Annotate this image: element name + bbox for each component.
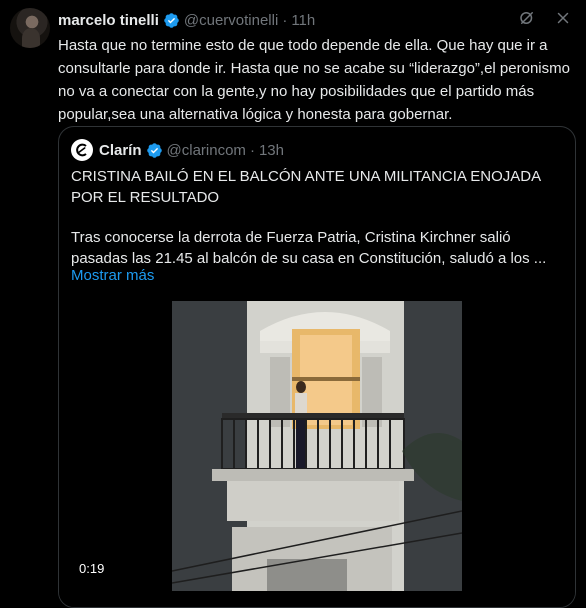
tweet-time[interactable]: 11h [291, 12, 315, 29]
separator: · [249, 141, 255, 159]
video-player[interactable] [172, 301, 462, 591]
quote-body: Tras conocerse la derrota de Fuerza Patr… [71, 229, 547, 267]
video-duration: 0:19 [73, 559, 111, 578]
quote-header: Clarín @clarincom · 13h [71, 139, 284, 161]
quoted-tweet[interactable]: Clarín @clarincom · 13h CRISTINA BAILÓ E… [58, 126, 576, 608]
show-more-link[interactable]: Mostrar más [71, 267, 154, 284]
author-avatar[interactable] [10, 8, 50, 48]
quote-headline: CRISTINA BAILÓ EN EL BALCÓN ANTE UNA MIL… [71, 168, 541, 206]
clarin-logo[interactable] [71, 139, 93, 161]
close-icon[interactable] [554, 9, 572, 27]
tweet-header: marcelo tinelli @cuervotinelli · 11h [58, 9, 576, 31]
separator: · [282, 11, 288, 29]
video-thumbnail [172, 301, 462, 591]
tweet-text: Hasta que no termine esto de que todo de… [58, 37, 575, 123]
header-actions [518, 9, 572, 27]
quote-author-handle[interactable]: @clarincom [167, 142, 246, 159]
video-container[interactable]: 0:19 [59, 301, 575, 607]
quote-time[interactable]: 13h [259, 142, 284, 159]
author-handle[interactable]: @cuervotinelli [184, 12, 278, 29]
clarin-logo-icon [76, 143, 87, 157]
quote-author-name[interactable]: Clarín [99, 142, 142, 159]
verified-badge-icon [146, 142, 162, 158]
verified-badge-icon [164, 12, 179, 28]
author-name[interactable]: marcelo tinelli [58, 12, 159, 29]
grok-icon[interactable] [518, 9, 536, 27]
